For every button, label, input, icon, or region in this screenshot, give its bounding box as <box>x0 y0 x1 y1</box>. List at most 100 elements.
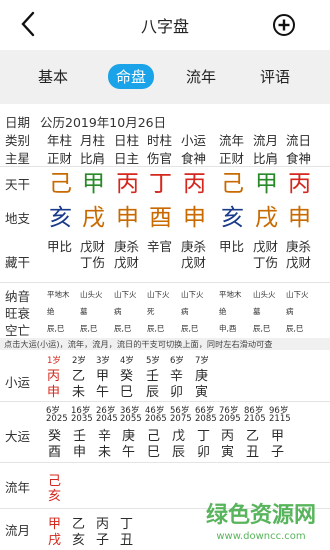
dizhi-cell: 亥 <box>49 205 72 231</box>
dizhi-cell: 戌 <box>255 205 278 231</box>
dayun-year[interactable]: 2045 <box>96 414 118 424</box>
dayun-zhi[interactable]: 子 <box>271 441 284 460</box>
date-value: 公历2019年10月26日 <box>40 115 167 130</box>
kongwang-cell: 辰,巳 <box>147 324 165 333</box>
canggan-cell: 戊财 <box>286 255 312 270</box>
kongwang-cell: 辰,巳 <box>253 324 271 333</box>
xiaoyun-zhi[interactable]: 未 <box>72 381 85 400</box>
main-star-values: 正财 比肩 日主 伤官 食神 正财 比肩 食神 <box>0 148 330 166</box>
tiangan-cell: 丙 <box>183 171 206 197</box>
wangshuai-cell: 死 <box>147 307 155 316</box>
liunian-zhi[interactable]: 亥 <box>48 489 61 504</box>
tab-chart[interactable]: 命盘 <box>108 64 155 89</box>
dayun-year[interactable]: 2085 <box>195 414 217 424</box>
wangshuai-cell: 墓 <box>80 307 88 316</box>
category-cell: 流年 <box>219 133 245 148</box>
category-cell: 小运 <box>181 133 207 148</box>
liuyue-zhi[interactable]: 亥 <box>72 529 85 548</box>
nayin-cell: 山头火 <box>80 290 103 299</box>
dayun-year[interactable]: 2075 <box>170 414 192 424</box>
xiaoyun-zhi[interactable]: 申 <box>47 381 60 400</box>
dayun-zhi[interactable]: 巳 <box>147 441 160 460</box>
kongwang-cell: 辰,巳 <box>114 324 132 333</box>
category-cell: 流日 <box>286 133 312 148</box>
wangshuai-cell: 绝 <box>219 307 227 316</box>
dizhi-cell: 申 <box>288 205 311 231</box>
nayin-cell: 山下火 <box>181 290 204 299</box>
dizhi-values: 亥戌申酉申亥戌申 <box>0 198 330 231</box>
canggan-cell: 辛官 <box>147 239 173 254</box>
tiangan-cell: 丁 <box>149 171 172 197</box>
dayun-zhi[interactable]: 辰 <box>172 441 185 460</box>
liunian-label: 流年 <box>5 480 31 495</box>
nayin-cell: 山下火 <box>147 290 170 299</box>
tab-bar: 基本 命盘 流年 评语 <box>0 50 330 104</box>
nayin-cell: 平地木 <box>219 290 242 299</box>
svg-text:www.downcc.com: www.downcc.com <box>216 531 305 542</box>
dayun-year[interactable]: 2115 <box>269 414 291 424</box>
liuyue-zhi[interactable]: 戌 <box>48 529 61 548</box>
liuyue-zhi[interactable]: 丑 <box>120 529 133 548</box>
dayun-zhi[interactable]: 申 <box>73 441 86 460</box>
dayun-zhi[interactable]: 寅 <box>221 441 234 460</box>
dayun-zhi[interactable]: 卯 <box>197 441 210 460</box>
tab-comment[interactable]: 评语 <box>260 66 290 87</box>
tab-annual[interactable]: 流年 <box>186 66 216 87</box>
watermark-logo: 绿色资源网 www.downcc.com <box>206 502 316 542</box>
add-icon[interactable] <box>272 13 296 37</box>
category-cell: 时柱 <box>147 133 173 148</box>
xiaoyun-zhi[interactable]: 卯 <box>170 381 183 400</box>
canggan-cell: 戊财 <box>181 255 207 270</box>
category-values: 年柱 月柱 日柱 时柱 小运 流年 流月 流日 <box>0 130 330 148</box>
kongwang-values: 辰,巳 辰,巳 辰,巳 辰,巳 辰,巳 申,酉 辰,巳 辰,巳 <box>0 323 330 335</box>
nayin-cell: 平地木 <box>47 290 70 299</box>
dizhi-cell: 戌 <box>82 205 105 231</box>
canggan-cell: 丁伤 <box>253 255 279 270</box>
dayun-zhi[interactable]: 未 <box>98 441 111 460</box>
canggan-cell: 甲比 <box>47 239 73 254</box>
category-cell: 年柱 <box>47 133 73 148</box>
dayun-year[interactable]: 2095 <box>219 414 241 424</box>
dizhi-cell: 酉 <box>149 205 172 231</box>
category-cell: 流月 <box>253 133 279 148</box>
tiangan-cell: 甲 <box>82 171 105 197</box>
wangshuai-cell: 病 <box>181 307 189 316</box>
xiaoyun-zhi[interactable]: 寅 <box>195 381 208 400</box>
dayun-zhi[interactable]: 丑 <box>246 441 259 460</box>
liunian-gan[interactable]: 己 <box>48 474 61 489</box>
dayun-zhi[interactable]: 酉 <box>48 441 61 460</box>
kongwang-cell: 辰,巳 <box>286 324 304 333</box>
tab-basic[interactable]: 基本 <box>38 66 68 87</box>
dayun-year[interactable]: 2065 <box>145 414 167 424</box>
xiaoyun-zhi[interactable]: 辰 <box>146 381 159 400</box>
dayun-zhi[interactable]: 午 <box>122 441 135 460</box>
xiaoyun-values[interactable]: 1岁丙申 2岁乙未 3岁甲午 4岁癸巳 5岁壬辰 6岁辛卯 7岁庚寅 <box>0 354 330 400</box>
wangshuai-cell: 绝 <box>47 307 55 316</box>
tiangan-values: 己甲丙丁丙己甲丙 <box>0 164 330 197</box>
dayun-year[interactable]: 2035 <box>71 414 93 424</box>
xiaoyun-zhi[interactable]: 午 <box>96 381 109 400</box>
liunian-row[interactable]: 流年 <box>5 477 30 496</box>
canggan-values: 甲比 戊财 庚杀 辛官 庚杀 甲比 戊财 庚杀 丁伤 戊财 戊财 丁伤 戊财 <box>0 236 330 270</box>
kongwang-cell: 辰,巳 <box>80 324 98 333</box>
nayin-values: 平地木 山头火 山下火 山下火 山下火 平地木 山头火 山下火 <box>0 289 330 301</box>
canggan-cell: 甲比 <box>219 239 245 254</box>
dizhi-cell: 申 <box>183 205 206 231</box>
dayun-year[interactable]: 2025 <box>46 414 68 424</box>
nayin-cell: 山下火 <box>286 290 309 299</box>
dayun-values[interactable]: 6岁 2025 癸酉 16岁 2035 壬申 26岁 2045 辛未 36岁 2055 庚午 46岁 20… <box>0 404 330 460</box>
canggan-cell: 丁伤 <box>80 255 106 270</box>
xiaoyun-zhi[interactable]: 巳 <box>120 381 133 400</box>
canggan-cell: 戊财 <box>114 255 140 270</box>
kongwang-cell: 辰,巳 <box>181 324 199 333</box>
liuyue-zhi[interactable]: 子 <box>96 529 109 548</box>
kongwang-cell: 辰,巳 <box>47 324 65 333</box>
category-cell: 月柱 <box>80 133 106 148</box>
wangshuai-cell: 墓 <box>253 307 261 316</box>
tiangan-cell: 甲 <box>255 171 278 197</box>
date-row: 日期 公历2019年10月26日 <box>5 112 166 131</box>
dayun-year[interactable]: 2105 <box>244 414 266 424</box>
date-label: 日期 <box>5 115 31 130</box>
dayun-year[interactable]: 2055 <box>120 414 142 424</box>
tiangan-cell: 己 <box>221 171 244 197</box>
